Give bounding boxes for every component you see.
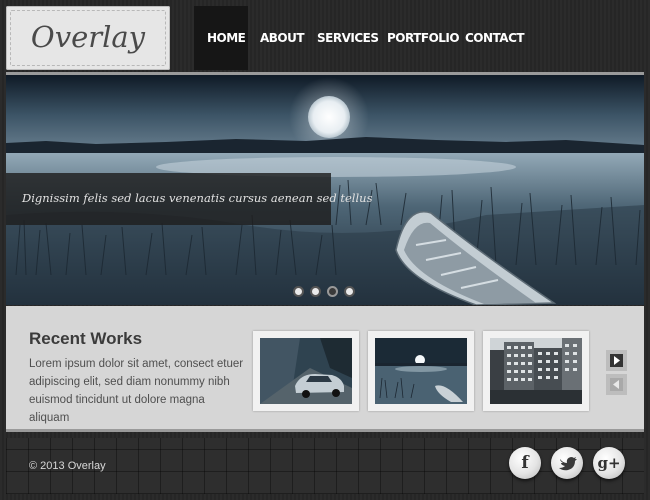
moon-icon (308, 96, 350, 138)
slider-pagination (293, 286, 361, 297)
recent-works-description: Lorem ipsum dolor sit amet, consect etue… (29, 358, 244, 424)
recent-works-title: Recent Works (29, 329, 143, 348)
city-buildings-image (490, 338, 582, 404)
footer: © 2013 Overlay f g+ (6, 438, 644, 494)
google-plus-icon: g+ (597, 454, 621, 472)
slider-dot-1[interactable] (293, 286, 304, 297)
slide-caption-text: Dignissim felis sed lacus venenatis curs… (22, 191, 373, 205)
work-thumbnail-city[interactable] (483, 331, 589, 411)
slider-dot-4[interactable] (344, 286, 355, 297)
recent-works-section: Recent Works Lorem ipsum dolor sit amet,… (6, 306, 644, 432)
twitter-button[interactable] (551, 447, 583, 479)
slider-dot-2[interactable] (310, 286, 321, 297)
slider-dot-3[interactable] (327, 286, 338, 297)
car-on-road-image (260, 338, 352, 404)
copyright-text: © 2013 Overlay (29, 460, 106, 472)
arrow-left-icon (610, 378, 623, 391)
work-thumbnail-lake[interactable] (368, 331, 474, 411)
main-nav: HOME ABOUT SERVICES PORTFOLIO CONTACT (194, 6, 525, 70)
logo-text: Overlay (30, 20, 146, 54)
lake-moonlight-image (375, 338, 467, 404)
facebook-button[interactable]: f (509, 447, 541, 479)
logo[interactable]: Overlay (6, 6, 170, 70)
google-plus-button[interactable]: g+ (593, 447, 625, 479)
twitter-bird-icon (559, 457, 577, 471)
work-thumbnail-car[interactable] (253, 331, 359, 411)
facebook-icon: f (521, 453, 529, 473)
nav-contact[interactable]: CONTACT (452, 6, 537, 70)
slide-caption: Dignissim felis sed lacus venenatis curs… (6, 173, 372, 225)
nav-home[interactable]: HOME (194, 6, 248, 70)
next-arrow-button[interactable] (606, 350, 627, 371)
arrow-right-icon (610, 354, 623, 367)
prev-arrow-button[interactable] (606, 374, 627, 395)
